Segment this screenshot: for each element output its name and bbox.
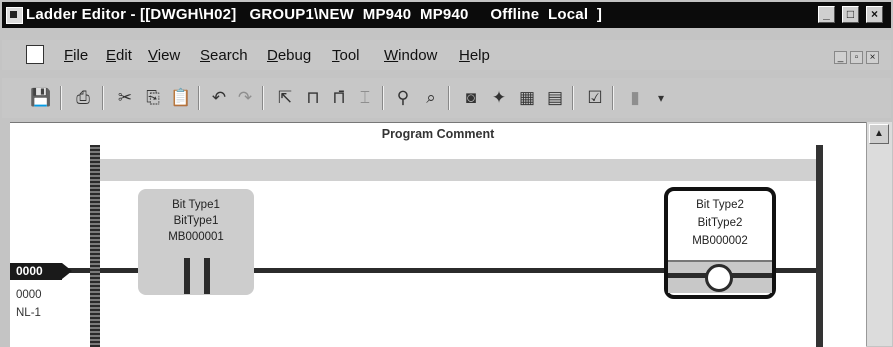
rung-number: 0000 [16, 264, 43, 278]
menu-edit[interactable]: Edit [106, 47, 132, 65]
find-icon[interactable]: ⚲ [392, 87, 414, 109]
toolbar-separator [612, 86, 614, 110]
toolbar-separator [572, 86, 574, 110]
doc-restore-button[interactable]: ▫ [850, 51, 863, 64]
rung-label: NL-1 [16, 307, 41, 319]
coil-symbol [705, 264, 733, 292]
contact-right-bar [204, 258, 210, 294]
save-icon[interactable]: 💾 [30, 87, 52, 109]
menu-view[interactable]: View [148, 47, 180, 65]
minimize-button[interactable]: _ [818, 6, 835, 23]
menu-bar: File Edit View Search Debug Tool Window … [2, 40, 891, 70]
coil-name: BitType2 [697, 217, 743, 229]
vertical-scrollbar[interactable]: ▲ [866, 122, 892, 346]
menu-help[interactable]: Help [459, 47, 490, 65]
insert-coil-icon[interactable]: ⊓̄ [328, 87, 350, 109]
window-title: Ladder Editor - [[DWGH\H02] GROUP1\NEW M… [26, 6, 603, 23]
contact-name: BitType1 [173, 215, 219, 227]
print-icon[interactable]: ⎙ [72, 87, 94, 109]
toolbar-separator [102, 86, 104, 110]
table-icon[interactable]: ▦ [516, 87, 538, 109]
toolbar-separator [448, 86, 450, 110]
document-icon[interactable] [26, 45, 44, 64]
right-power-rail [816, 145, 823, 347]
insert-line-icon[interactable]: ⌶ [354, 87, 376, 109]
check-icon[interactable]: ☑ [584, 87, 606, 109]
toolbar-separator [262, 86, 264, 110]
contact-type-label: Bit Type1 [172, 199, 220, 211]
copy-icon[interactable]: ⎘ [142, 87, 164, 109]
insert-rung-icon[interactable]: ◙ [460, 87, 482, 109]
menu-window[interactable]: Window [384, 47, 437, 65]
program-comment[interactable]: Program Comment [10, 127, 866, 141]
rung-number-tag[interactable]: 0000 [10, 263, 72, 280]
maximize-button[interactable]: □ [842, 6, 859, 23]
ladder-editor-window: Ladder Editor - [[DWGH\H02] GROUP1\NEW M… [0, 0, 893, 347]
coil-element[interactable]: Bit Type2 BitType2 MB000002 [664, 187, 776, 299]
insert-contact-icon[interactable]: ⊓ [302, 87, 324, 109]
menu-file[interactable]: File [64, 47, 88, 65]
undo-icon[interactable]: ↶ [208, 87, 230, 109]
list-icon[interactable]: ▤ [544, 87, 566, 109]
scroll-up-arrow-icon[interactable]: ▲ [869, 124, 889, 144]
contact-left-bar [184, 258, 190, 294]
more-dropdown-icon[interactable]: ▾ [650, 87, 672, 109]
toolbar-separator [60, 86, 62, 110]
title-bar[interactable]: Ladder Editor - [[DWGH\H02] GROUP1\NEW M… [2, 2, 891, 28]
rung-step: 0000 [16, 289, 42, 301]
coil-type-label: Bit Type2 [696, 199, 744, 211]
bookmark-icon[interactable]: ✦ [488, 87, 510, 109]
doc-minimize-button[interactable]: _ [834, 51, 847, 64]
select-pointer-icon[interactable]: ⇱ [274, 87, 296, 109]
menu-tool[interactable]: Tool [332, 47, 360, 65]
coil-address: MB000002 [692, 235, 748, 247]
rung-header-band [100, 159, 816, 181]
page-icon[interactable]: ▮ [624, 87, 646, 109]
contact-address: MB000001 [168, 231, 224, 243]
toolbar-separator [382, 86, 384, 110]
coil-symbol-band [668, 260, 772, 293]
menu-debug[interactable]: Debug [267, 47, 311, 65]
menu-search[interactable]: Search [200, 47, 248, 65]
contact-element[interactable]: Bit Type1 BitType1 MB000001 [138, 189, 254, 295]
doc-close-button[interactable]: × [866, 51, 879, 64]
toolbar: 💾 ⎙ ✂ ⎘ 📋 ↶ ↷ ⇱ ⊓ ⊓̄ ⌶ ⚲ ⌕ ◙ ✦ ▦ ▤ ☑ ▮ ▾ [2, 78, 891, 118]
redo-icon[interactable]: ↷ [234, 87, 256, 109]
find-next-icon[interactable]: ⌕ [420, 87, 442, 109]
close-button[interactable]: × [866, 6, 883, 23]
toolbar-separator [198, 86, 200, 110]
ladder-canvas[interactable]: Program Comment 0000 0000 NL-1 Bit Type1… [10, 122, 866, 347]
app-icon[interactable] [6, 7, 23, 24]
cut-icon[interactable]: ✂ [114, 87, 136, 109]
paste-icon[interactable]: 📋 [170, 87, 192, 109]
left-power-rail [90, 145, 100, 347]
